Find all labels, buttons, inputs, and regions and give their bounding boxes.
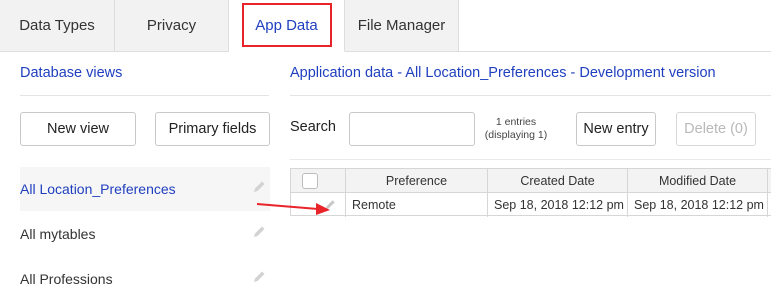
- tab-file-manager[interactable]: File Manager: [345, 0, 459, 52]
- tab-bar: Data Types Privacy App Data File Manager: [0, 0, 771, 52]
- view-item-label: All mytables: [20, 226, 96, 242]
- entries-displaying: (displaying 1): [484, 129, 548, 141]
- view-item-label: All Location_Preferences: [20, 181, 176, 197]
- cell-modified-date: Sep 18, 2018 12:12 pm: [628, 193, 768, 217]
- data-table: Preference Created Date Modified Date Re…: [290, 168, 771, 217]
- view-item-all-mytables[interactable]: All mytables: [20, 212, 270, 256]
- view-item-all-location-preferences[interactable]: All Location_Preferences: [20, 167, 270, 211]
- entries-total: 1 entries: [495, 116, 537, 128]
- pencil-icon[interactable]: [324, 199, 336, 211]
- search-label: Search: [290, 119, 336, 135]
- toolbar-divider: [290, 159, 771, 160]
- table-header-row: Preference Created Date Modified Date: [291, 169, 771, 193]
- tab-bar-divider: [459, 51, 771, 52]
- view-item-label: All Professions: [20, 271, 113, 287]
- cell-created-date: Sep 18, 2018 12:12 pm: [488, 193, 628, 217]
- new-view-button[interactable]: New view: [20, 112, 136, 146]
- pencil-icon[interactable]: [252, 225, 266, 239]
- tab-privacy[interactable]: Privacy: [115, 0, 229, 52]
- primary-fields-button[interactable]: Primary fields: [155, 112, 270, 146]
- left-divider: [20, 95, 269, 96]
- row-edit-cell: [291, 193, 346, 217]
- column-header-preference[interactable]: Preference: [346, 169, 488, 192]
- entries-count: 1 entries (displaying 1): [479, 116, 553, 142]
- new-entry-button[interactable]: New entry: [576, 112, 656, 146]
- tab-data-types[interactable]: Data Types: [0, 0, 115, 52]
- search-input[interactable]: [349, 112, 475, 146]
- application-data-title: Application data - All Location_Preferen…: [290, 65, 716, 81]
- view-item-all-professions[interactable]: All Professions: [20, 257, 270, 301]
- cell-preference: Remote: [346, 193, 488, 217]
- column-header-modified-date[interactable]: Modified Date: [628, 169, 768, 192]
- table-row[interactable]: Remote Sep 18, 2018 12:12 pm Sep 18, 201…: [291, 193, 771, 217]
- select-all-cell: [291, 169, 346, 192]
- pencil-icon[interactable]: [252, 270, 266, 284]
- right-divider: [290, 95, 771, 96]
- pencil-icon[interactable]: [252, 180, 266, 194]
- select-all-checkbox[interactable]: [302, 172, 318, 189]
- database-views-title: Database views: [20, 65, 123, 81]
- column-header-created-date[interactable]: Created Date: [488, 169, 628, 192]
- delete-button[interactable]: Delete (0): [676, 112, 756, 146]
- tab-app-data[interactable]: App Data: [229, 0, 345, 52]
